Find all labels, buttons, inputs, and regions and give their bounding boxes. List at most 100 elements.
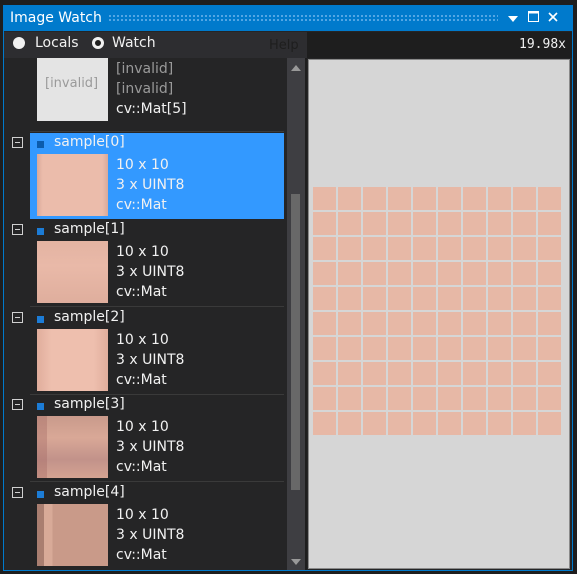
item-name: sample[4] [54,484,125,500]
pixel-cell [338,412,361,435]
list-item-sample-4[interactable]: sample[4] 10 x 10 3 x UINT8 cv::Mat [4,483,287,570]
pixel-cell [438,362,461,385]
pixel-cell [488,262,511,285]
item-name: sample[3] [54,396,125,412]
pixel-cell [413,237,436,260]
collapse-icon[interactable] [12,224,23,235]
item-divider [30,306,284,307]
pane-splitter[interactable] [305,58,307,570]
pixel-cell [313,187,336,210]
scroll-down-icon[interactable] [291,559,301,565]
item-class: cv::Mat [116,459,167,475]
pixel-cell [463,337,486,360]
pixel-cell [463,287,486,310]
pixel-cell [388,237,411,260]
pixel-cell [363,287,386,310]
scrollbar-thumb[interactable] [291,194,300,490]
pixel-cell [438,412,461,435]
item-size: 10 x 10 [116,157,169,173]
drag-grip[interactable] [108,14,498,22]
pixel-cell [363,412,386,435]
window-title: Image Watch [10,10,102,26]
pixel-cell [463,412,486,435]
pixel-cell [363,337,386,360]
pixel-cell [538,337,561,360]
item-type: 3 x UINT8 [116,439,185,455]
pixel-cell [413,287,436,310]
item-class: cv::Mat [116,197,167,213]
image-thumbnail [37,416,108,478]
scroll-up-icon[interactable] [291,65,301,71]
locals-label[interactable]: Locals [35,35,79,51]
mat-type-icon [37,403,44,410]
item-type: 3 x UINT8 [116,264,185,280]
pixel-cell [313,387,336,410]
pixel-cell [363,262,386,285]
mat-type-icon [37,491,44,498]
pixel-cell [513,412,536,435]
collapse-icon[interactable] [12,487,23,498]
list-item-sample-1[interactable]: sample[1] 10 x 10 3 x UINT8 cv::Mat [4,220,287,307]
pixel-cell [488,337,511,360]
pixel-cell [338,337,361,360]
item-name: sample[0] [54,134,125,150]
collapse-icon[interactable] [12,399,23,410]
pixel-cell [463,262,486,285]
item-line-1: [invalid] [116,61,174,77]
pixel-cell [463,187,486,210]
list-item-partial[interactable]: [invalid] [invalid] [invalid] cv::Mat[5] [4,58,287,132]
image-thumbnail [37,241,108,303]
pixel-cell [413,312,436,335]
maximize-icon[interactable] [524,10,542,27]
pixel-cell [488,412,511,435]
list-item-sample-0[interactable]: sample[0] 10 x 10 3 x UINT8 cv::Mat [4,133,287,220]
pixel-grid [313,187,561,435]
item-class: cv::Mat [116,372,167,388]
collapse-icon[interactable] [12,312,23,323]
pixel-cell [338,237,361,260]
watch-label[interactable]: Watch [112,35,156,51]
mat-type-icon [37,316,44,323]
mat-type-icon [37,141,44,148]
pixel-cell [388,262,411,285]
pixel-cell [463,362,486,385]
image-watch-window: Image Watch Locals Watch Help 19.98x [in… [3,5,573,571]
pixel-cell [363,312,386,335]
help-link[interactable]: Help [269,38,299,53]
list-item-sample-3[interactable]: sample[3] 10 x 10 3 x UINT8 cv::Mat [4,395,287,482]
close-icon[interactable] [544,10,562,27]
pixel-cell [413,412,436,435]
pixel-cell [388,312,411,335]
item-line-2: [invalid] [116,81,174,97]
watch-radio[interactable] [92,37,104,49]
locals-radio[interactable] [13,37,25,49]
pixel-cell [338,287,361,310]
title-bar[interactable]: Image Watch [4,6,572,31]
pixel-cell [513,237,536,260]
pixel-cell [338,262,361,285]
pixel-cell [488,362,511,385]
list-scrollbar[interactable] [287,58,305,570]
item-divider [30,481,284,482]
pixel-cell [538,212,561,235]
zoom-display: 19.98x [307,32,572,58]
dropdown-arrow-icon[interactable] [504,10,522,27]
item-type: 3 x UINT8 [116,527,185,543]
pixel-cell [513,212,536,235]
pixel-cell [463,212,486,235]
pixel-cell [313,337,336,360]
thumbnail-invalid-text: [invalid] [45,76,99,91]
pixel-cell [438,337,461,360]
pixel-cell [338,362,361,385]
image-viewer[interactable] [308,59,570,569]
list-item-sample-2[interactable]: sample[2] 10 x 10 3 x UINT8 cv::Mat [4,308,287,395]
pixel-cell [538,362,561,385]
pixel-cell [438,237,461,260]
pixel-cell [363,362,386,385]
pixel-cell [488,237,511,260]
pixel-cell [338,387,361,410]
watch-list[interactable]: [invalid] [invalid] [invalid] cv::Mat[5]… [4,58,287,570]
pixel-cell [413,387,436,410]
pixel-cell [513,262,536,285]
collapse-icon[interactable] [12,137,23,148]
